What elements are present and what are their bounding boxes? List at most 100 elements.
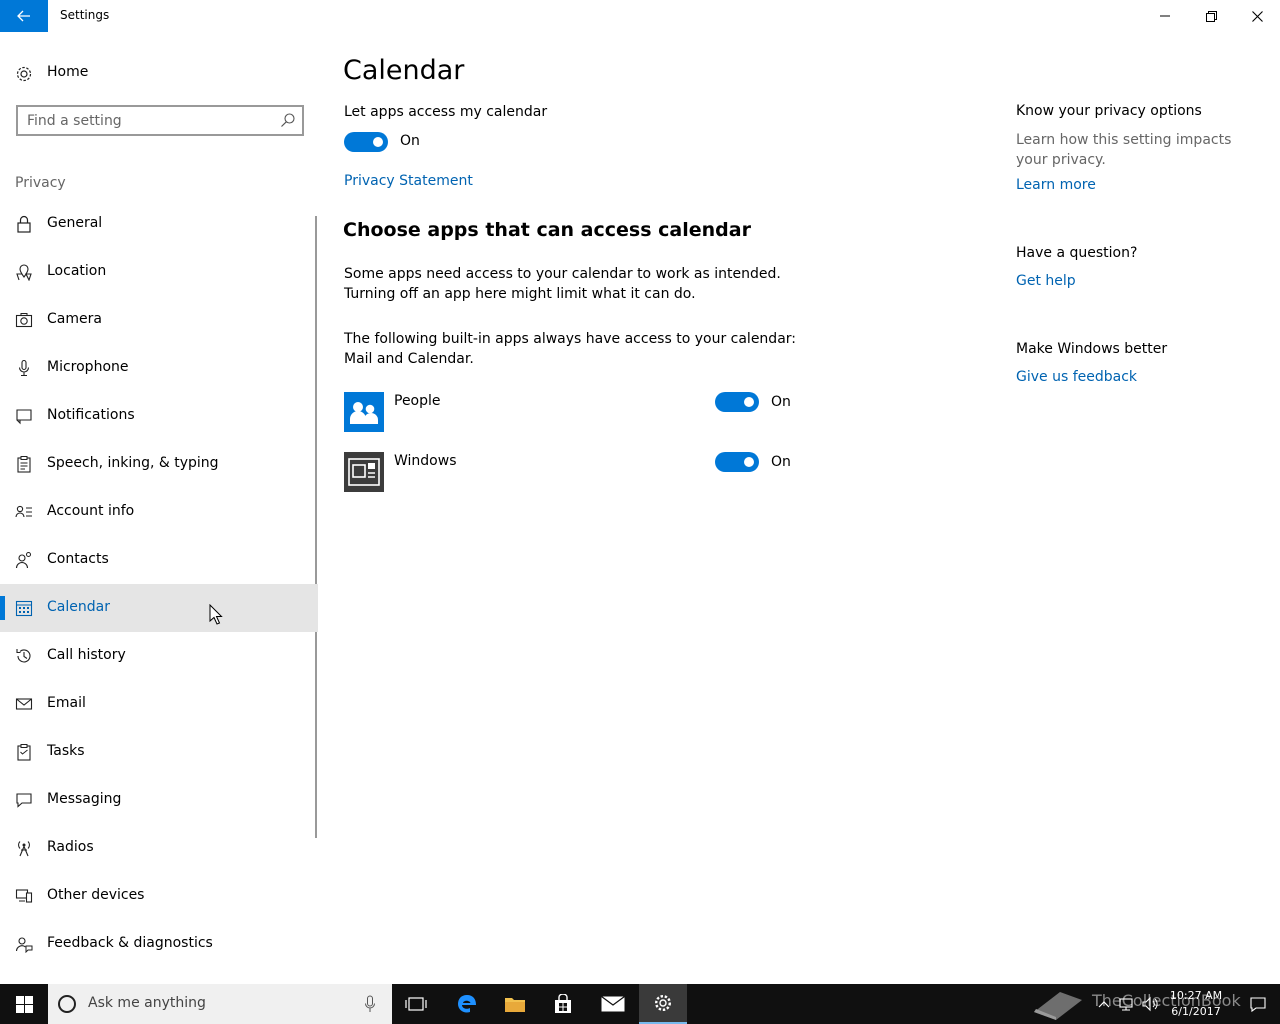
windows-logo-icon: [15, 995, 33, 1013]
sidebar-item-label: Email: [47, 695, 86, 711]
home-label: Home: [47, 64, 89, 80]
sidebar-item-label: Other devices: [47, 887, 145, 903]
apps-description-line: Turning off an app here might limit what…: [344, 286, 696, 302]
question-heading: Have a question?: [1016, 245, 1138, 261]
minimize-button[interactable]: [1142, 0, 1188, 32]
sidebar-item-label: Calendar: [47, 599, 110, 615]
sidebar-item-email[interactable]: Email: [0, 680, 318, 728]
camera-icon: [15, 313, 33, 328]
sidebar-item-label: Tasks: [47, 743, 85, 759]
network-icon[interactable]: [1116, 994, 1136, 1014]
start-button[interactable]: [0, 984, 48, 1024]
sidebar-item-microphone[interactable]: Microphone: [0, 344, 318, 392]
system-clock[interactable]: 10:27 AM 6/1/2017: [1160, 988, 1232, 1020]
sidebar-item-tasks[interactable]: Tasks: [0, 728, 318, 776]
people-access-toggle[interactable]: [715, 392, 759, 412]
get-help-link[interactable]: Get help: [1016, 273, 1076, 289]
microphone-icon[interactable]: [364, 995, 376, 1013]
windows-access-state: On: [771, 454, 791, 470]
people-access-state: On: [771, 394, 791, 410]
app-name: People: [394, 393, 441, 409]
restore-icon: [1205, 10, 1217, 22]
microphone-icon: [18, 359, 30, 377]
minimize-icon: [1160, 15, 1170, 17]
builtin-apps-note: The following built-in apps always have …: [344, 329, 804, 369]
apps-description-line: Some apps need access to your calendar t…: [344, 266, 781, 282]
devices-icon: [15, 889, 33, 903]
page-title: Calendar: [343, 55, 465, 86]
calendar-access-state: On: [400, 133, 420, 149]
sidebar-item-camera[interactable]: Camera: [0, 296, 318, 344]
sidebar-item-label: Location: [47, 263, 107, 279]
file-explorer-button[interactable]: [491, 984, 539, 1024]
search-input[interactable]: [18, 107, 268, 134]
privacy-options-text: Learn how this setting impacts your priv…: [1016, 132, 1232, 168]
task-view-icon: [405, 997, 427, 1011]
window-title: Settings: [60, 8, 110, 22]
sidebar-item-label: Contacts: [47, 551, 109, 567]
sidebar-item-account-info[interactable]: Account info: [0, 488, 318, 536]
builtin-apps-note-line: Mail and Calendar.: [344, 351, 474, 367]
sidebar-item-label: Camera: [47, 311, 102, 327]
sidebar-item-notifications[interactable]: Notifications: [0, 392, 318, 440]
sidebar-item-other-devices[interactable]: Other devices: [0, 872, 318, 920]
people-app-icon: [344, 392, 384, 432]
close-icon: [1251, 10, 1263, 22]
history-icon: [16, 649, 31, 663]
edge-taskbar-button[interactable]: [443, 984, 491, 1024]
sidebar-item-radios[interactable]: Radios: [0, 824, 318, 872]
back-button[interactable]: [0, 0, 48, 32]
search-icon: [281, 113, 295, 127]
radio-icon: [18, 841, 30, 857]
cortana-search-box[interactable]: Ask me anything: [48, 984, 392, 1024]
home-nav-item[interactable]: Home: [0, 56, 320, 92]
close-button[interactable]: [1234, 0, 1280, 32]
sidebar-item-label: Radios: [47, 839, 94, 855]
section-label: Privacy: [15, 175, 66, 191]
mouse-cursor-icon: [209, 604, 223, 625]
account-info-icon: [15, 505, 32, 518]
sidebar-item-label: General: [47, 215, 103, 231]
calendar-access-label: Let apps access my calendar: [344, 104, 548, 120]
windows-access-toggle[interactable]: [715, 452, 759, 472]
action-center-icon[interactable]: [1248, 994, 1268, 1014]
clock-date: 6/1/2017: [1171, 1005, 1221, 1018]
feedback-icon: [15, 937, 33, 953]
sidebar-item-calendar[interactable]: Calendar: [0, 584, 318, 632]
location-icon: [16, 264, 32, 281]
settings-taskbar-button[interactable]: [639, 984, 687, 1024]
mail-icon: [601, 996, 625, 1012]
search-box[interactable]: [16, 105, 304, 136]
give-feedback-link[interactable]: Give us feedback: [1016, 369, 1137, 385]
title-bar: Settings: [0, 0, 1280, 32]
volume-icon[interactable]: [1140, 994, 1160, 1014]
windows-app-icon: [344, 452, 384, 492]
folder-icon: [505, 998, 525, 1012]
messaging-icon: [16, 793, 32, 808]
lock-icon: [17, 215, 31, 233]
app-name: Windows: [394, 453, 457, 469]
gear-icon: [654, 994, 672, 1012]
store-button[interactable]: [539, 984, 587, 1024]
calendar-access-toggle[interactable]: [344, 132, 388, 152]
sidebar-item-speech[interactable]: Speech, inking, & typing: [0, 440, 318, 488]
learn-more-link[interactable]: Learn more: [1016, 177, 1096, 193]
sidebar-item-contacts[interactable]: Contacts: [0, 536, 318, 584]
sidebar-item-location[interactable]: Location: [0, 248, 318, 296]
sidebar-item-messaging[interactable]: Messaging: [0, 776, 318, 824]
privacy-statement-link[interactable]: Privacy Statement: [344, 173, 473, 189]
chevron-up-icon[interactable]: [1094, 994, 1114, 1014]
sidebar-item-general[interactable]: General: [0, 200, 318, 248]
sidebar-item-label: Call history: [47, 647, 126, 663]
sidebar-item-label: Speech, inking, & typing: [47, 455, 219, 471]
clock-time: 10:27 AM: [1169, 989, 1223, 1002]
sidebar-item-feedback[interactable]: Feedback & diagnostics: [0, 920, 318, 968]
task-view-button[interactable]: [392, 984, 440, 1024]
sidebar-item-call-history[interactable]: Call history: [0, 632, 318, 680]
restore-button[interactable]: [1188, 0, 1234, 32]
contacts-icon: [15, 552, 31, 569]
sidebar-item-label: Feedback & diagnostics: [47, 935, 213, 951]
sidebar-item-label: Notifications: [47, 407, 135, 423]
sidebar-item-label: Microphone: [47, 359, 129, 375]
mail-taskbar-button[interactable]: [589, 984, 637, 1024]
